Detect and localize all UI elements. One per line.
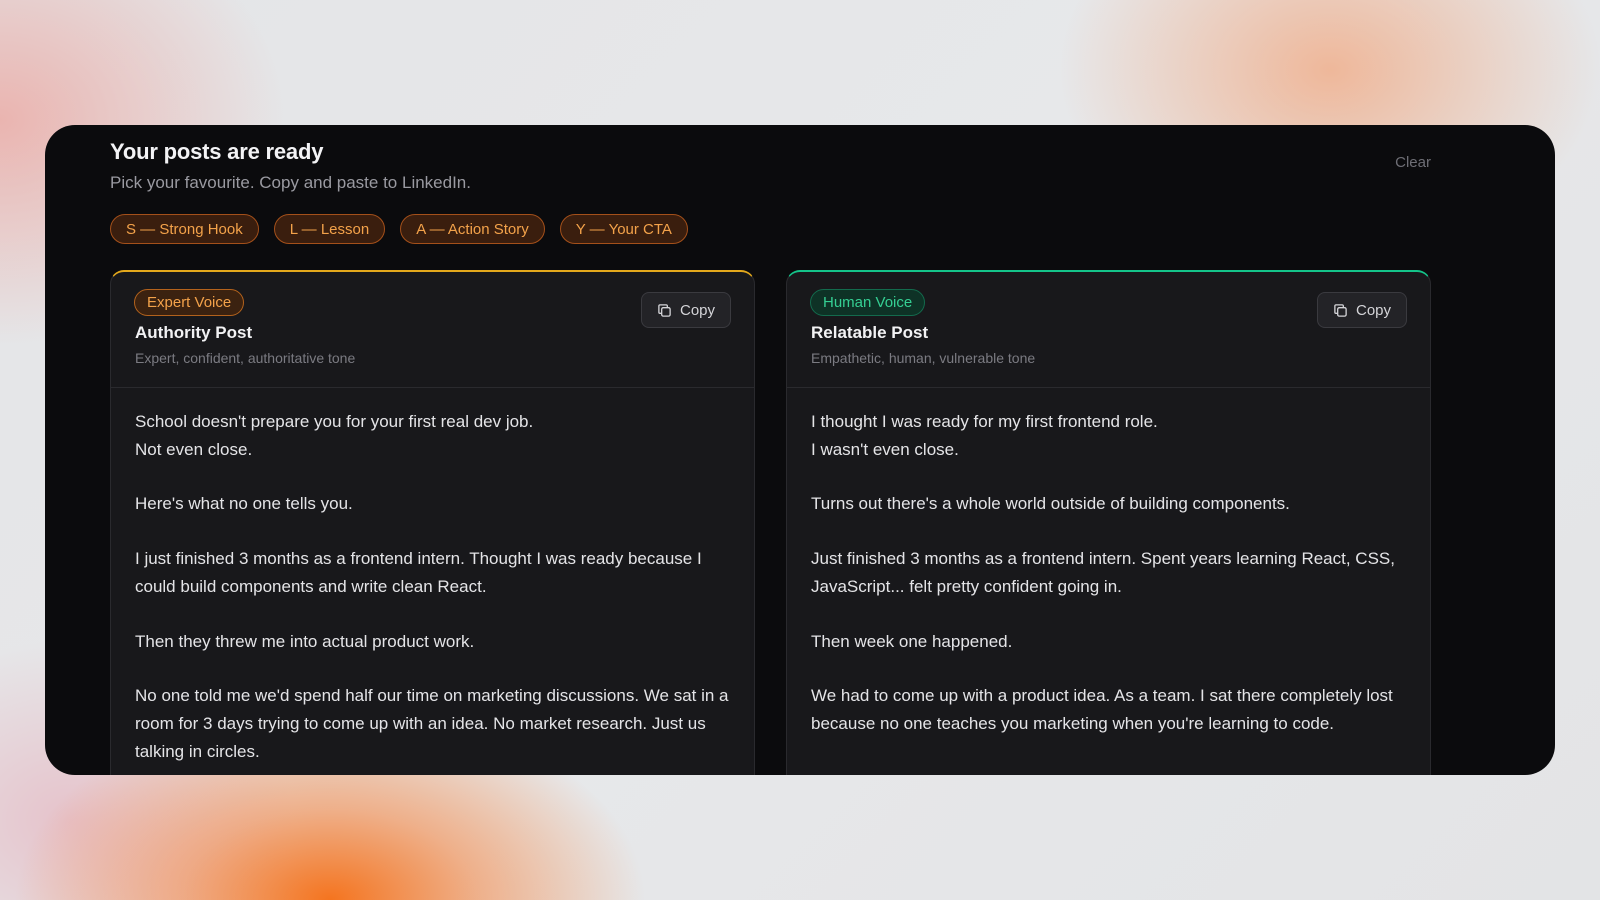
tag-action-story[interactable]: A — Action Story xyxy=(400,214,545,244)
post-line: Not even close. xyxy=(135,439,253,459)
card-description: Empathetic, human, vulnerable tone xyxy=(811,350,1036,366)
post-line: School doesn't prepare you for your firs… xyxy=(135,412,534,431)
post-paragraph: Just finished 3 months as a frontend int… xyxy=(811,545,1406,600)
card-description: Expert, confident, authoritative tone xyxy=(135,350,356,366)
post-body: School doesn't prepare you for your firs… xyxy=(111,388,754,765)
post-line: I wasn't even close. xyxy=(811,439,959,459)
authority-post-card: Expert Voice Authority Post Expert, conf… xyxy=(110,270,755,775)
post-line: Turns out there's a whole world outside … xyxy=(811,494,1290,514)
card-header: Expert Voice Authority Post Expert, conf… xyxy=(111,272,754,388)
post-paragraph: Then they threw me into actual product w… xyxy=(135,628,730,656)
card-title: Relatable Post xyxy=(811,323,929,342)
clear-button[interactable]: Clear xyxy=(1395,154,1431,171)
tag-strong-hook[interactable]: S — Strong Hook xyxy=(110,214,259,244)
post-line: Just finished 3 months as a frontend int… xyxy=(811,549,1395,596)
post-line: Then week one happened. xyxy=(811,631,1013,651)
post-body: I thought I was ready for my first front… xyxy=(787,388,1430,738)
card-header: Human Voice Relatable Post Empathetic, h… xyxy=(787,272,1430,388)
post-paragraph: Here's what no one tells you. xyxy=(135,490,730,518)
page-subtitle: Pick your favourite. Copy and paste to L… xyxy=(110,173,471,192)
post-paragraph: I just finished 3 months as a frontend i… xyxy=(135,545,730,600)
post-line: We had to come up with a product idea. A… xyxy=(811,686,1393,733)
copy-button[interactable]: Copy xyxy=(1317,292,1407,328)
card-title: Authority Post xyxy=(135,323,253,342)
framework-tags: S — Strong Hook L — Lesson A — Action St… xyxy=(110,214,688,244)
relatable-post-card: Human Voice Relatable Post Empathetic, h… xyxy=(786,270,1431,775)
copy-label: Copy xyxy=(679,301,716,319)
tag-lesson[interactable]: L — Lesson xyxy=(273,214,386,244)
copy-icon xyxy=(658,303,671,317)
tag-your-cta[interactable]: Y — Your CTA xyxy=(559,214,688,244)
expert-voice-badge: Expert Voice xyxy=(134,289,245,316)
post-line: I thought I was ready for my first front… xyxy=(811,412,1158,431)
post-line: No one told me we'd spend half our time … xyxy=(135,686,729,761)
post-line: I just finished 3 months as a frontend i… xyxy=(135,549,702,596)
copy-label: Copy xyxy=(1355,301,1392,319)
post-line: Here's what no one tells you. xyxy=(135,494,353,514)
post-paragraph: Turns out there's a whole world outside … xyxy=(811,490,1406,518)
post-paragraph: School doesn't prepare you for your firs… xyxy=(135,408,730,463)
human-voice-badge: Human Voice xyxy=(810,289,926,316)
results-panel: Your posts are ready Pick your favourite… xyxy=(45,125,1555,775)
page-title: Your posts are ready xyxy=(110,139,324,164)
post-paragraph: I thought I was ready for my first front… xyxy=(811,408,1406,463)
post-paragraph: No one told me we'd spend half our time … xyxy=(135,682,730,765)
post-paragraph: We had to come up with a product idea. A… xyxy=(811,682,1406,737)
post-line: Then they threw me into actual product w… xyxy=(135,631,475,651)
post-paragraph: Then week one happened. xyxy=(811,628,1406,656)
copy-icon xyxy=(1334,303,1347,317)
copy-button[interactable]: Copy xyxy=(641,292,731,328)
